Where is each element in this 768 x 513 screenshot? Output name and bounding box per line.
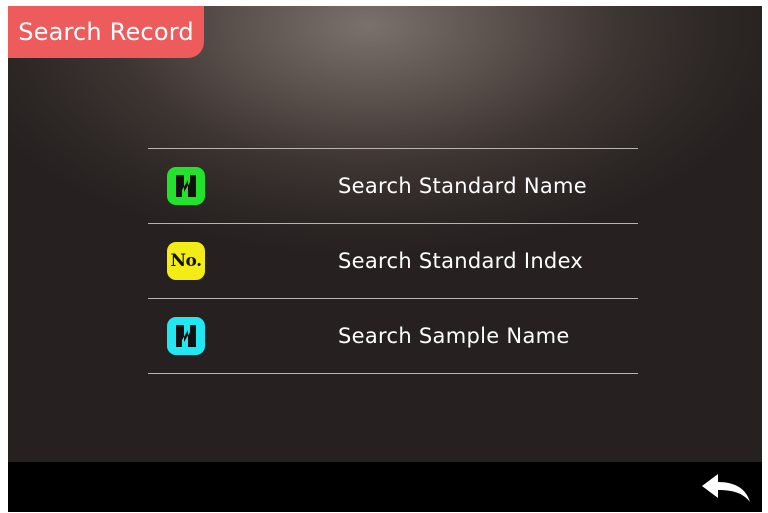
number-icon: No. <box>167 242 205 280</box>
name-icon <box>167 167 205 205</box>
search-sample-name-option[interactable]: Search Sample Name <box>148 299 638 374</box>
screen: Search Record Search Standard Name No. S… <box>8 6 762 512</box>
number-icon-text: No. <box>170 251 203 271</box>
search-standard-index-option[interactable]: No. Search Standard Index <box>148 224 638 299</box>
back-button[interactable] <box>700 471 752 505</box>
search-sample-name-label: Search Sample Name <box>338 324 570 348</box>
search-standard-name-option[interactable]: Search Standard Name <box>148 149 638 224</box>
name-icon <box>167 317 205 355</box>
page-title: Search Record <box>8 6 204 58</box>
search-menu: Search Standard Name No. Search Standard… <box>148 148 638 374</box>
bottom-bar <box>8 462 762 512</box>
search-standard-index-label: Search Standard Index <box>338 249 584 273</box>
back-arrow-icon <box>702 474 750 502</box>
search-standard-name-label: Search Standard Name <box>338 174 587 198</box>
